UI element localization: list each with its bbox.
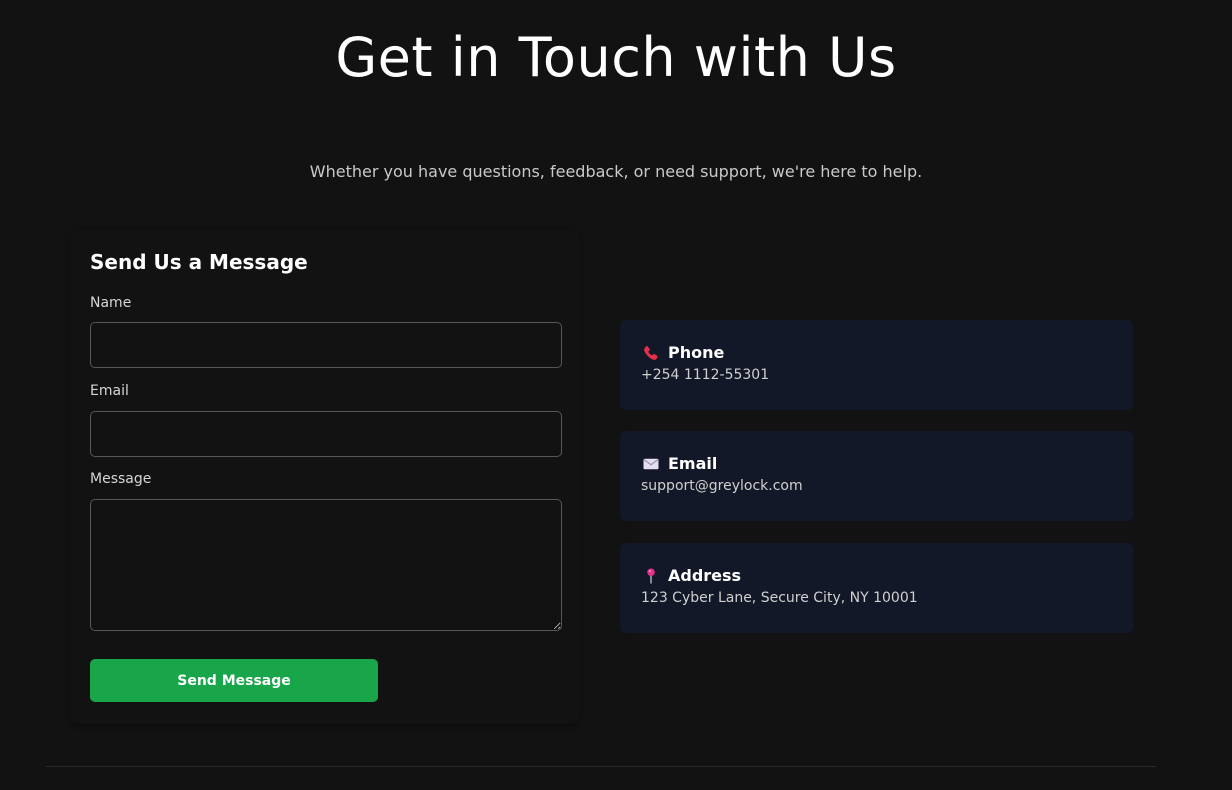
message-field[interactable] [90,499,562,631]
page-title: Get in Touch with Us [335,26,897,89]
email-card: Email support@greylock.com [620,431,1133,521]
contact-page: Get in Touch with Us Whether you have qu… [0,0,1232,790]
envelope-icon [642,455,660,473]
phone-icon [642,344,660,362]
email-field[interactable] [90,411,562,457]
address-card-header: Address [642,566,741,585]
phone-value: +254 1112-55301 [641,367,770,383]
address-card: Address 123 Cyber Lane, Secure City, NY … [620,543,1133,633]
message-label: Message [90,471,152,487]
email-card-header: Email [642,454,717,473]
name-label: Name [90,295,132,311]
footer-divider [46,766,1156,767]
contact-form: Send Us a Message Name Email Message Sen… [70,230,580,724]
email-value: support@greylock.com [641,478,803,494]
phone-title: Phone [668,343,725,362]
form-heading: Send Us a Message [90,250,308,274]
phone-card-header: Phone [642,343,724,362]
address-value: 123 Cyber Lane, Secure City, NY 10001 [641,590,918,606]
send-message-button[interactable]: Send Message [90,659,378,702]
email-title: Email [668,454,718,473]
email-label: Email [90,383,129,399]
phone-card: Phone +254 1112-55301 [620,320,1133,410]
address-title: Address [668,566,742,585]
page-subtitle: Whether you have questions, feedback, or… [309,162,923,181]
name-field[interactable] [90,322,562,368]
map-pin-icon [642,567,660,585]
